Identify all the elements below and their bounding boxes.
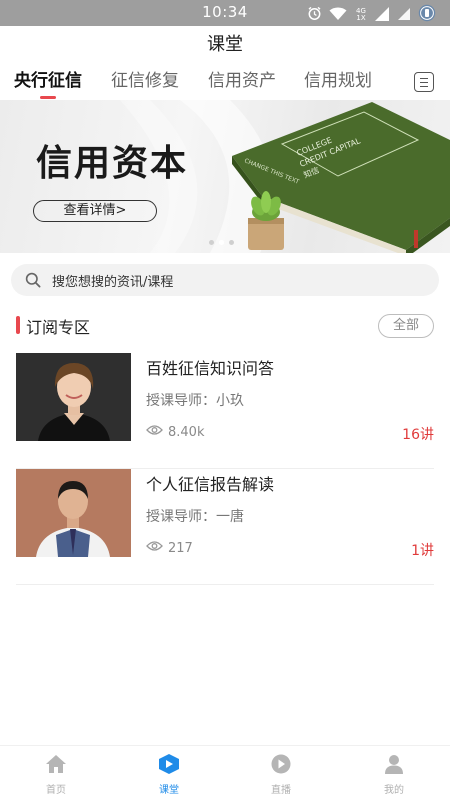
lesson-count: 1讲: [411, 543, 434, 559]
more-categories-button[interactable]: [414, 72, 434, 92]
banner-headline: 信用资本: [36, 143, 189, 184]
lesson-count: 16讲: [402, 427, 434, 443]
category-tabs: 央行征信 征信修复 信用资产 信用规划: [0, 64, 450, 100]
course-title[interactable]: 百姓征信知识问答: [146, 355, 274, 379]
tab-credit-assets[interactable]: 信用资产: [208, 66, 276, 91]
wifi-icon: [329, 6, 347, 25]
tab-home[interactable]: 首页: [21, 754, 91, 796]
alarm-icon: [307, 6, 322, 25]
section-accent-bar: [16, 316, 20, 334]
view-count: 217: [168, 540, 193, 556]
classroom-icon: [158, 754, 180, 778]
view-count: 8.40k: [168, 424, 205, 440]
live-play-icon: [270, 754, 292, 778]
cell-signal-icon: [375, 6, 390, 25]
course-thumbnail[interactable]: [16, 353, 131, 441]
course-views: 217: [146, 540, 193, 556]
profile-icon: [383, 755, 405, 778]
search-bar[interactable]: 搜您想搜的资讯/课程: [11, 264, 439, 296]
signal-icon: [397, 6, 411, 25]
tab-live[interactable]: 直播: [246, 754, 316, 796]
course-teacher: 授课导师：一唐: [146, 509, 244, 525]
banner-details-button[interactable]: 查看详情>: [33, 200, 157, 222]
course-views: 8.40k: [146, 424, 204, 440]
tab-credit-repair[interactable]: 征信修复: [111, 66, 179, 91]
section-title: 订阅专区: [26, 318, 91, 337]
promo-banner[interactable]: COLLEGE CREDIT CAPITAL 知信 CHANGE THIS TE…: [0, 100, 450, 253]
search-placeholder: 搜您想搜的资讯/课程: [52, 275, 174, 290]
tab-classroom-label: 课堂: [159, 785, 179, 796]
tab-credit-planning[interactable]: 信用规划: [304, 66, 372, 91]
status-bar: 10:34 4G 1X: [0, 0, 450, 26]
pagination-dot-active[interactable]: [219, 240, 224, 245]
tab-live-label: 直播: [271, 785, 291, 796]
eye-icon: [146, 424, 163, 440]
tab-home-label: 首页: [46, 785, 66, 796]
course-item[interactable]: 个人征信报告解读 授课导师：一唐 217 1讲: [16, 469, 434, 585]
course-item[interactable]: 百姓征信知识问答 授课导师：小玖 8.40k 16讲: [16, 353, 434, 469]
view-all-button[interactable]: 全部: [378, 314, 434, 338]
tab-central-bank-credit[interactable]: 央行征信: [14, 66, 82, 91]
tab-active-indicator: [40, 96, 56, 99]
course-thumbnail[interactable]: [16, 469, 131, 557]
network-type-label: 4G 1X: [356, 7, 366, 22]
page-title: 课堂: [207, 34, 243, 55]
battery-icon: [418, 4, 436, 26]
search-icon: [25, 272, 41, 292]
pagination-dot[interactable]: [209, 240, 214, 245]
tab-classroom[interactable]: 课堂: [134, 754, 204, 796]
home-icon: [45, 755, 67, 778]
eye-icon: [146, 540, 163, 556]
status-icons: 4G 1X: [307, 4, 436, 26]
tab-profile-label: 我的: [384, 785, 404, 796]
bottom-tab-bar: 首页 课堂 直播 我的: [0, 745, 450, 800]
tab-profile[interactable]: 我的: [359, 754, 429, 796]
banner-pagination: [209, 240, 234, 245]
course-title[interactable]: 个人征信报告解读: [146, 471, 274, 495]
plant-illustration: [248, 191, 284, 250]
subscription-section-header: 订阅专区 全部: [16, 314, 434, 338]
pagination-dot[interactable]: [229, 240, 234, 245]
course-teacher: 授课导师：小玖: [146, 393, 244, 409]
